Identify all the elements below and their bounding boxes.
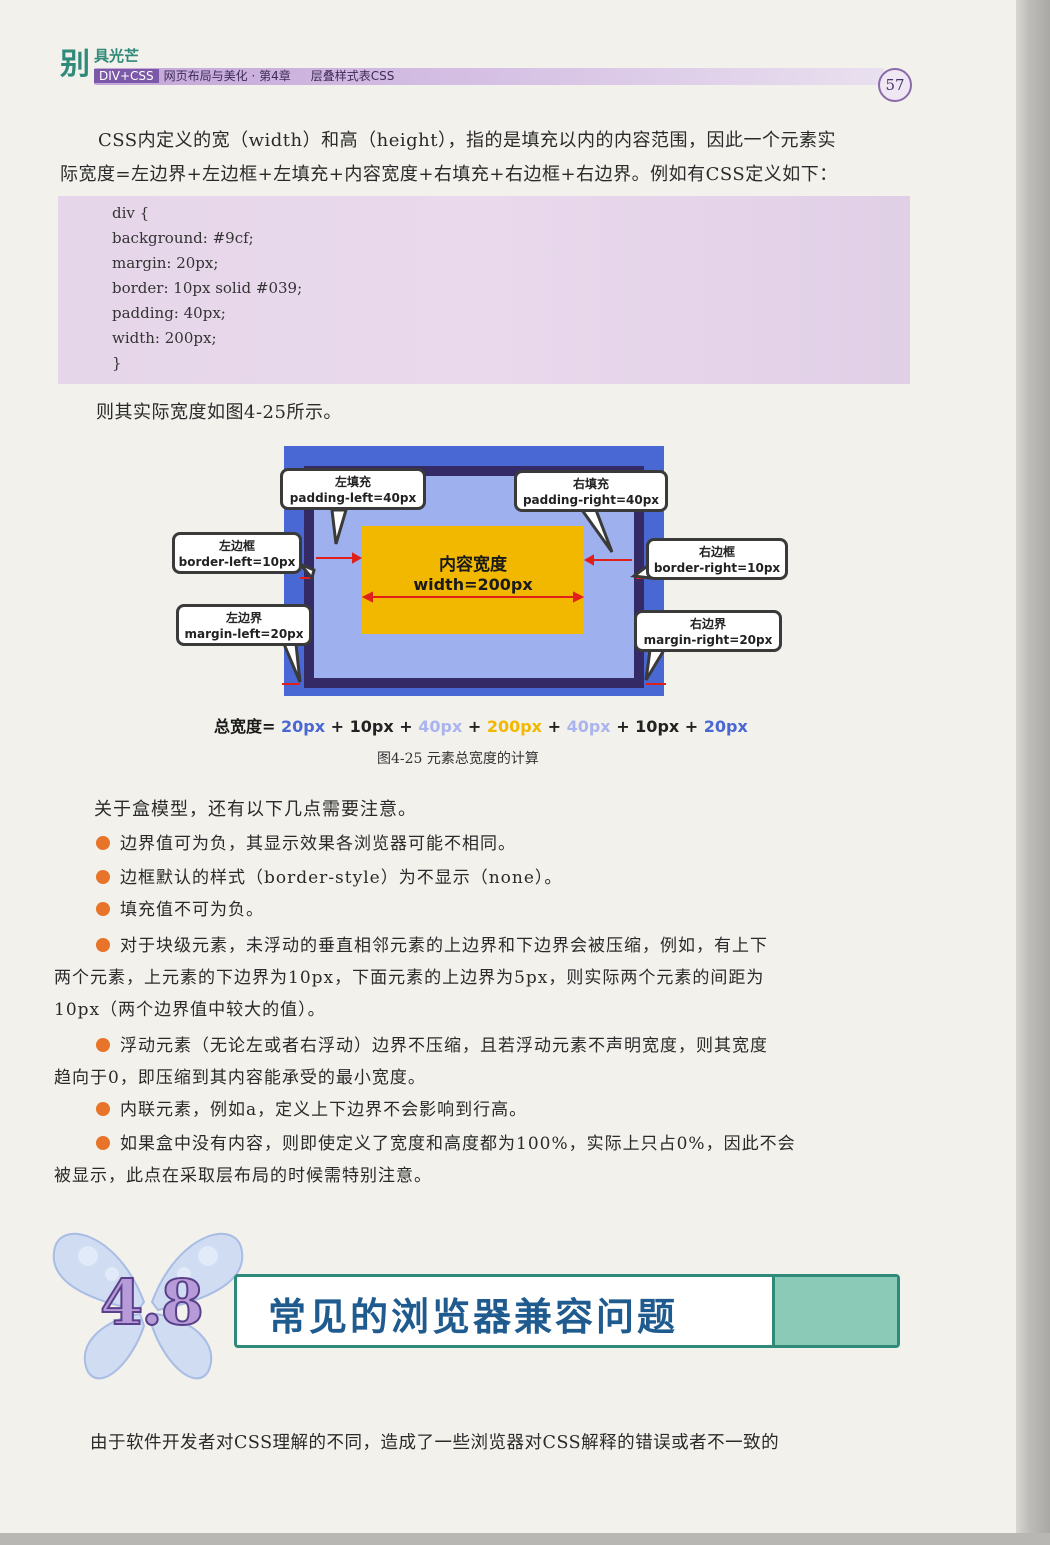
intro-line-2: 际宽度=左边界+左边框+左填充+内容宽度+右填充+右边框+右边界。例如有CSS定…: [60, 164, 838, 185]
label-value: padding-right=40px: [522, 493, 660, 507]
code-block: div { background: #9cf; margin: 20px; bo…: [58, 196, 910, 384]
label-value: margin-right=20px: [643, 633, 773, 647]
plus-sign: +: [684, 717, 699, 736]
label-value: margin-left=20px: [184, 627, 304, 641]
note-text: 浮动元素（无论左或者右浮动）边界不压缩，且若浮动元素不声明宽度，则其宽度: [120, 1036, 768, 1056]
code-line: div {: [112, 204, 150, 222]
section-title: 常见的浏览器兼容问题: [268, 1295, 679, 1339]
header-logo-text: 具光芒: [94, 47, 140, 65]
list-item: 边框默认的样式（border-style）为不显示（none）。: [54, 862, 906, 894]
label-border-left: 左边框 border-left=10px: [172, 532, 302, 574]
plus-sign: +: [399, 717, 413, 736]
note-text: 边界值可为负，其显示效果各浏览器可能不相同。: [120, 834, 516, 854]
bullet-icon: [96, 938, 110, 952]
label-padding-right: 右填充 padding-right=40px: [514, 470, 668, 512]
figure-caption: 图4-25 元素总宽度的计算: [377, 751, 539, 767]
plus-sign: +: [467, 717, 482, 736]
note-text: 对于块级元素，未浮动的垂直相邻元素的上边界和下边界会被压缩，例如，有上下: [120, 936, 768, 956]
note-text: 边框默认的样式（border-style）为不显示（none）。: [120, 868, 563, 888]
bullet-icon: [96, 1136, 110, 1150]
section-number: 4.8: [99, 1265, 205, 1340]
code-line: }: [112, 354, 122, 372]
label-title: 左边界: [225, 611, 262, 625]
header-book: 网页布局与美化 · 第4章: [163, 69, 291, 83]
label-value: border-left=10px: [178, 555, 296, 569]
box-model-figure: 内容宽度 width=200px 左填充 padding-left=40px 右…: [172, 444, 792, 744]
note-text: 10px（两个边界值中较大的值）。: [54, 1000, 326, 1020]
bullet-icon: [96, 902, 110, 916]
label-margin-right: 右边界 margin-right=20px: [634, 610, 782, 652]
list-item: 对于块级元素，未浮动的垂直相邻元素的上边界和下边界会被压缩，例如，有上下 两个元…: [54, 930, 906, 1026]
term-margin-left: 20px: [281, 717, 326, 736]
code-line: background: #9cf;: [112, 229, 254, 247]
bullet-icon: [96, 836, 110, 850]
header-logo-char: 别: [60, 47, 90, 82]
term-margin-right: 20px: [703, 717, 748, 736]
note-text: 填充值不可为负。: [120, 900, 264, 920]
term-border-left: 10px: [349, 717, 394, 736]
bullet-icon: [96, 1038, 110, 1052]
label-value: padding-left=40px: [289, 491, 417, 505]
term-padding-left: 40px: [418, 717, 463, 736]
term-border-right: 10px: [635, 717, 680, 736]
label-padding-left: 左填充 padding-left=40px: [280, 468, 426, 510]
label-title: 左边框: [218, 539, 255, 553]
label-title: 右边界: [689, 617, 726, 631]
code-line: border: 10px solid #039;: [112, 279, 303, 297]
header-tag: DIV+CSS: [94, 69, 159, 83]
section-title-tail: [772, 1277, 897, 1345]
note-text: 趋向于0，即压缩到其内容能承受的最小宽度。: [54, 1068, 426, 1088]
term-content: 200px: [486, 717, 542, 736]
list-item: 边界值可为负，其显示效果各浏览器可能不相同。: [54, 828, 906, 860]
page-edge: [1016, 0, 1050, 1545]
total-label: 总宽度=: [214, 717, 276, 736]
note-text: 被显示，此点在采取层布局的时候需特别注意。: [54, 1166, 432, 1186]
bullet-icon: [96, 1102, 110, 1116]
code-line: width: 200px;: [112, 329, 217, 347]
term-padding-right: 40px: [566, 717, 611, 736]
total-width-formula: 总宽度= 20px + 10px + 40px + 200px + 40px +…: [214, 713, 748, 737]
dimension-arrows: [281, 508, 667, 685]
header-section: 层叠样式表CSS: [310, 69, 395, 83]
label-value: border-right=10px: [653, 561, 781, 575]
note-text: 内联元素，例如a，定义上下边界不会影响到行高。: [120, 1100, 528, 1120]
note-text: 两个元素，上元素的下边界为10px，下面元素的上边界为5px，则实际两个元素的间…: [54, 968, 765, 988]
plus-sign: +: [616, 717, 630, 736]
plus-sign: +: [330, 717, 345, 736]
header-bar: DIV+CSS 网页布局与美化 · 第4章 层叠样式表CSS: [94, 68, 884, 85]
code-line: padding: 40px;: [112, 304, 226, 322]
list-item: 浮动元素（无论左或者右浮动）边界不压缩，且若浮动元素不声明宽度，则其宽度 趋向于…: [54, 1030, 906, 1094]
notes-intro: 关于盒模型，还有以下几点需要注意。: [94, 799, 417, 820]
figure-reference: 则其实际宽度如图4-25所示。: [96, 402, 342, 423]
list-item: 内联元素，例如a，定义上下边界不会影响到行高。: [54, 1094, 906, 1126]
page-edge-bottom: [0, 1533, 1050, 1545]
code-line: margin: 20px;: [112, 254, 219, 272]
label-margin-left: 左边界 margin-left=20px: [176, 604, 312, 646]
closing-paragraph: 由于软件开发者对CSS理解的不同，造成了一些浏览器对CSS解释的错误或者不一致的: [90, 1433, 780, 1453]
list-item: 填充值不可为负。: [54, 894, 906, 926]
label-title: 右填充: [572, 477, 609, 491]
label-title: 左填充: [334, 475, 371, 489]
page-number: 57: [878, 68, 912, 102]
bullet-icon: [96, 870, 110, 884]
label-border-right: 右边框 border-right=10px: [646, 538, 788, 580]
plus-sign: +: [547, 717, 561, 736]
list-item: 如果盒中没有内容，则即使定义了宽度和高度都为100%，实际上只占0%，因此不会 …: [54, 1128, 906, 1192]
note-text: 如果盒中没有内容，则即使定义了宽度和高度都为100%，实际上只占0%，因此不会: [120, 1134, 796, 1154]
intro-line-1: CSS内定义的宽（width）和高（height），指的是填充以内的内容范围，因…: [98, 130, 836, 151]
intro-paragraph: CSS内定义的宽（width）和高（height），指的是填充以内的内容范围，因…: [60, 124, 910, 192]
label-title: 右边框: [698, 545, 735, 559]
